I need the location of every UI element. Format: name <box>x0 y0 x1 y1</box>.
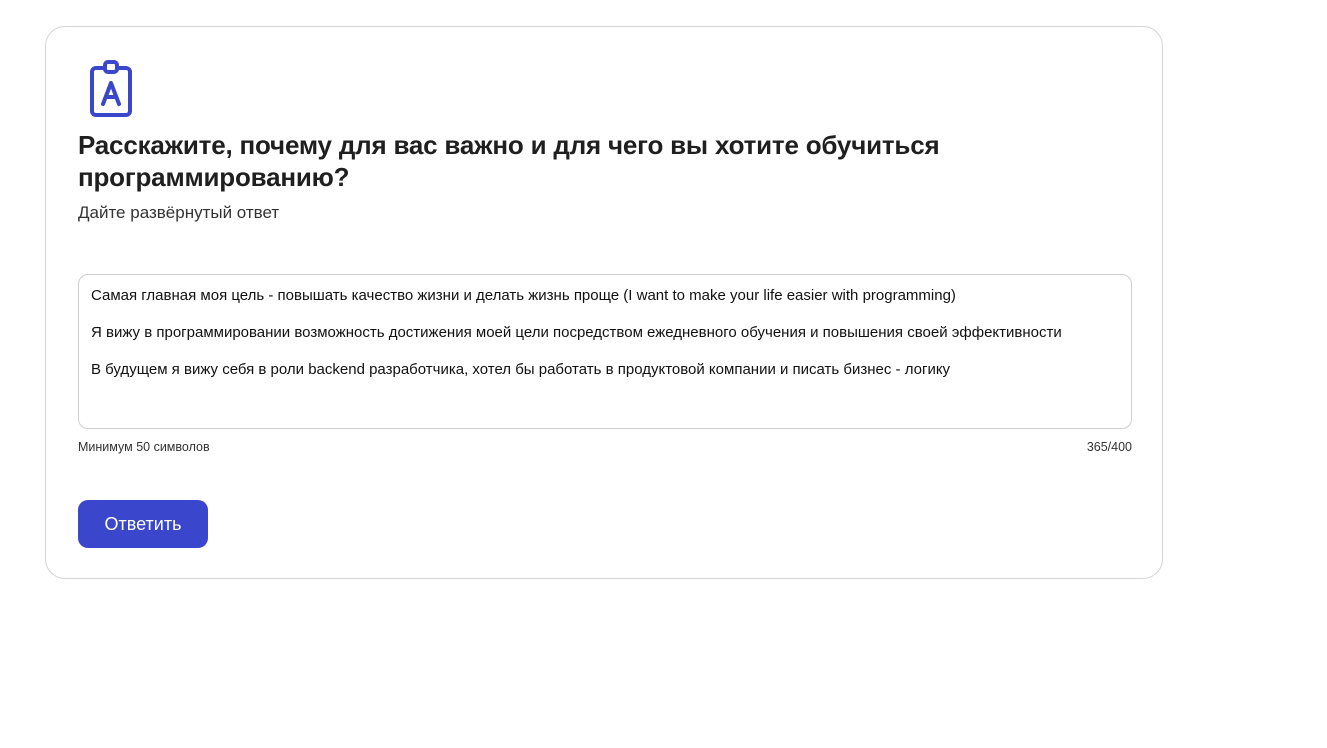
answer-line: В будущем я вижу себя в роли backend раз… <box>91 361 951 378</box>
clipboard-a-icon <box>88 59 134 119</box>
submit-button[interactable]: Ответить <box>78 500 208 548</box>
answer-textarea[interactable]: Самая главная моя цель - повышать качест… <box>78 274 1132 429</box>
min-length-hint: Минимум 50 символов <box>78 440 210 454</box>
question-card: Расскажите, почему для вас важно и для ч… <box>45 26 1163 579</box>
answer-meta: Минимум 50 символов 365/400 <box>78 438 1132 456</box>
character-counter: 365/400 <box>1086 440 1132 454</box>
answer-line: Самая главная моя цель - повышать качест… <box>91 287 956 304</box>
question-title: Расскажите, почему для вас важно и для ч… <box>78 130 940 192</box>
answer-line: Я вижу в программировании возможность до… <box>91 324 1062 341</box>
question-hint: Дайте развёрнутый ответ <box>78 203 280 222</box>
